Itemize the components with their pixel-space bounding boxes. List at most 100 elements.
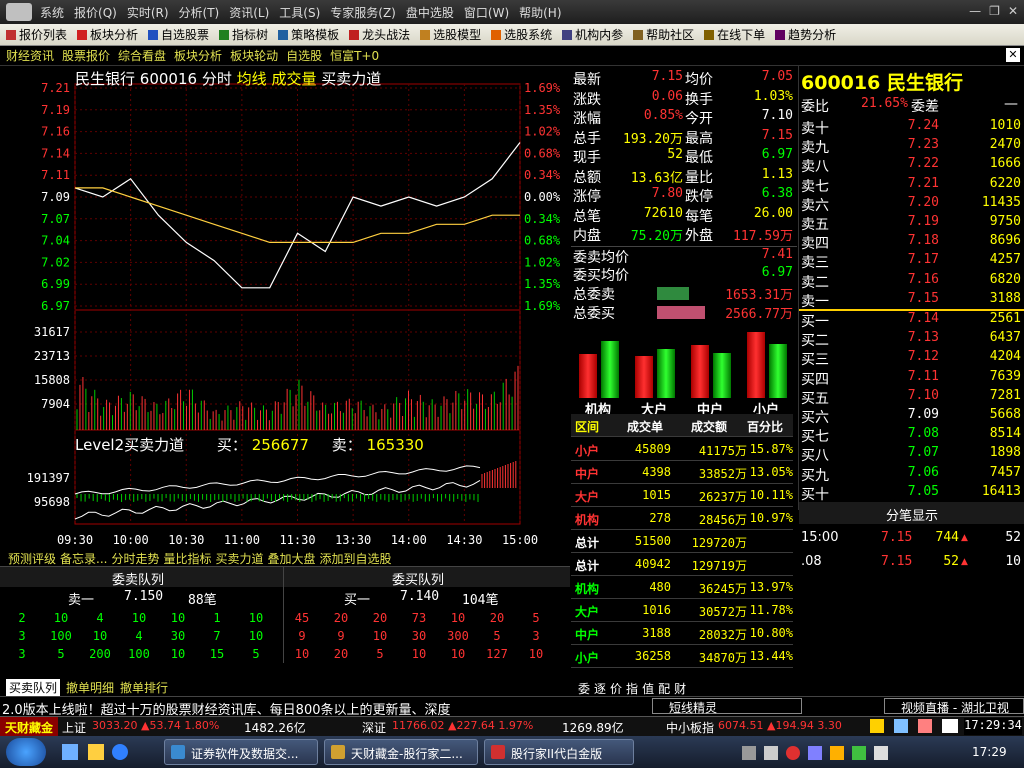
buy-level-row[interactable]: 买四 7.11 7639 [799,369,1024,388]
menu-item-5[interactable]: 工具(S) [279,4,320,21]
restore-icon[interactable]: ❐ [989,4,1000,18]
side-tab-3[interactable]: 指 [626,680,638,697]
toolbar-button-5[interactable]: 龙头战法 [349,26,410,43]
func-tab-0[interactable]: 财经资讯 [6,47,54,64]
sell-level-row[interactable]: 卖九 7.23 2470 [799,137,1024,156]
sell-level-row[interactable]: 卖四 7.18 8696 [799,233,1024,252]
toolbar-button-3[interactable]: 指标树 [219,26,268,43]
chart-tab-2[interactable]: 分时走势 [111,550,159,567]
toolbar-button-6[interactable]: 选股模型 [420,26,481,43]
side-tab-5[interactable]: 配 [658,680,670,697]
queue-tab-1[interactable]: 撤单明细 [66,679,114,696]
chart-tab-6[interactable]: 添加到自选股 [320,550,392,567]
lock-icon[interactable] [870,719,884,733]
menu-item-1[interactable]: 报价(Q) [74,4,117,21]
buy-level-row[interactable]: 买九 7.06 7457 [799,465,1024,484]
buy-level-row[interactable]: 买八 7.07 1898 [799,445,1024,464]
tray-arrow-icon[interactable] [764,746,778,760]
chart-tab-0[interactable]: 预测评级 [8,550,56,567]
queue-tab-0[interactable]: 买卖队列 [6,679,61,696]
taskbar-item-2[interactable]: 股行家II代白金版 [484,739,634,765]
sell-level-row[interactable]: 卖六 7.20 11435 [799,195,1024,214]
intraday-chart[interactable]: 7.21 1.69% 7.19 1.35% 7.16 1.02% 7.14 0.68% 7.11… [0,66,570,550]
toolbar-button-9[interactable]: 帮助社区 [633,26,694,43]
flow-row-amount: 34870万 [698,651,747,665]
func-tab-5[interactable]: 自选股 [286,47,322,64]
func-tab-1[interactable]: 股票报价 [62,47,110,64]
chart-tab-1[interactable]: 备忘录... [60,550,107,567]
buy-queue-cell: 9 [298,629,306,643]
func-tab-4[interactable]: 板块轮动 [230,47,278,64]
video-live-button[interactable]: 视频直播 - 湖北卫视 [884,698,1024,714]
short-elf-button[interactable]: 短线精灵 [652,698,802,715]
toolbar-button-1[interactable]: 板块分析 [77,26,138,43]
func-tab-6[interactable]: 恒富T+0 [330,47,379,64]
dragon-icon [349,29,360,40]
close-icon[interactable]: ✕ [1008,4,1018,18]
menu-item-2[interactable]: 实时(R) [127,4,169,21]
toolbar-button-2[interactable]: 自选股票 [148,26,209,43]
side-tab-4[interactable]: 值 [642,680,654,697]
sell-level-row[interactable]: 卖三 7.17 4257 [799,252,1024,271]
toolbar-button-11[interactable]: 趋势分析 [775,26,836,43]
func-tab-2[interactable]: 综合看盘 [118,47,166,64]
toolbar-button-4[interactable]: 策略模板 [278,26,339,43]
price-tick-label: 7.19 [41,103,70,117]
tray-app-icon[interactable] [808,746,822,760]
explorer-icon[interactable] [88,744,104,760]
chart-tab-5[interactable]: 叠加大盘 [268,550,316,567]
keyboard-icon[interactable] [742,746,756,760]
buy-level-row[interactable]: 买二 7.13 6437 [799,330,1024,349]
menu-item-3[interactable]: 分析(T) [179,4,220,21]
pct-tick-label: 0.68% [524,234,561,248]
stop-icon[interactable] [786,746,800,760]
menu-item-4[interactable]: 资讯(L) [229,4,269,21]
buy-queue-cell: 5 [376,647,384,661]
buy-level-row[interactable]: 买六 7.09 5668 [799,407,1024,426]
queue-tab-2[interactable]: 撤单排行 [120,679,168,696]
menu-item-8[interactable]: 窗口(W) [464,4,509,21]
tray-network-icon[interactable] [852,746,866,760]
network-icon[interactable] [894,719,908,733]
toolbar-label-2: 自选股票 [161,28,210,42]
menu-item-0[interactable]: 系统 [40,4,64,21]
side-tab-6[interactable]: 财 [674,680,686,697]
side-tab-2[interactable]: 价 [610,680,622,697]
ie-icon[interactable] [112,744,128,760]
volume-icon[interactable] [874,746,888,760]
toolbar-button-8[interactable]: 机构内参 [562,26,623,43]
sell-level-row[interactable]: 卖八 7.22 1666 [799,156,1024,175]
buy-level-row[interactable]: 买三 7.12 4204 [799,349,1024,368]
alert-icon[interactable] [918,719,932,733]
sell-level-row[interactable]: 卖一 7.15 3188 [799,291,1024,310]
taskbar-item-0[interactable]: 证券软件及数据交... [164,739,318,765]
buy-level-row[interactable]: 买七 7.08 8514 [799,426,1024,445]
sell-level-row[interactable]: 卖二 7.16 6820 [799,272,1024,291]
minimize-icon[interactable]: — [969,4,981,18]
menu-item-7[interactable]: 盘中选股 [406,4,454,21]
tray-shield-icon[interactable] [830,746,844,760]
menu-item-6[interactable]: 专家服务(Z) [330,4,396,21]
start-button[interactable] [6,738,46,766]
func-tab-3[interactable]: 板块分析 [174,47,222,64]
side-tab-0[interactable]: 委 [578,680,590,697]
buy-level-row[interactable]: 买五 7.10 7281 [799,388,1024,407]
mail-icon[interactable] [942,719,958,733]
sell-level-row[interactable]: 卖五 7.19 9750 [799,214,1024,233]
chart-tab-4[interactable]: 买卖力道 [216,550,264,567]
toolbar-button-7[interactable]: 选股系统 [491,26,552,43]
side-tab-1[interactable]: 逐 [594,680,606,697]
sell-level-row[interactable]: 卖七 7.21 6220 [799,176,1024,195]
sell-level-label: 卖二 [801,274,829,291]
buy-level-row[interactable]: 买十 7.05 16413 [799,484,1024,503]
taskbar-item-1[interactable]: 天财藏金-股行家二... [324,739,478,765]
buy-level-row[interactable]: 买一 7.14 2561 [799,311,1024,330]
toolbar-button-0[interactable]: 报价列表 [6,26,67,43]
menu-item-9[interactable]: 帮助(H) [519,4,561,21]
sell-level-row[interactable]: 卖十 7.24 1010 [799,118,1024,137]
toolbar-button-10[interactable]: 在线下单 [704,26,765,43]
panel-close-icon[interactable]: ✕ [1006,48,1020,62]
show-desktop-icon[interactable] [62,744,78,760]
intraday-chart-panel[interactable]: 7.21 1.69% 7.19 1.35% 7.16 1.02% 7.14 0.68% 7.11… [0,66,570,566]
chart-tab-3[interactable]: 量比指标 [163,550,211,567]
